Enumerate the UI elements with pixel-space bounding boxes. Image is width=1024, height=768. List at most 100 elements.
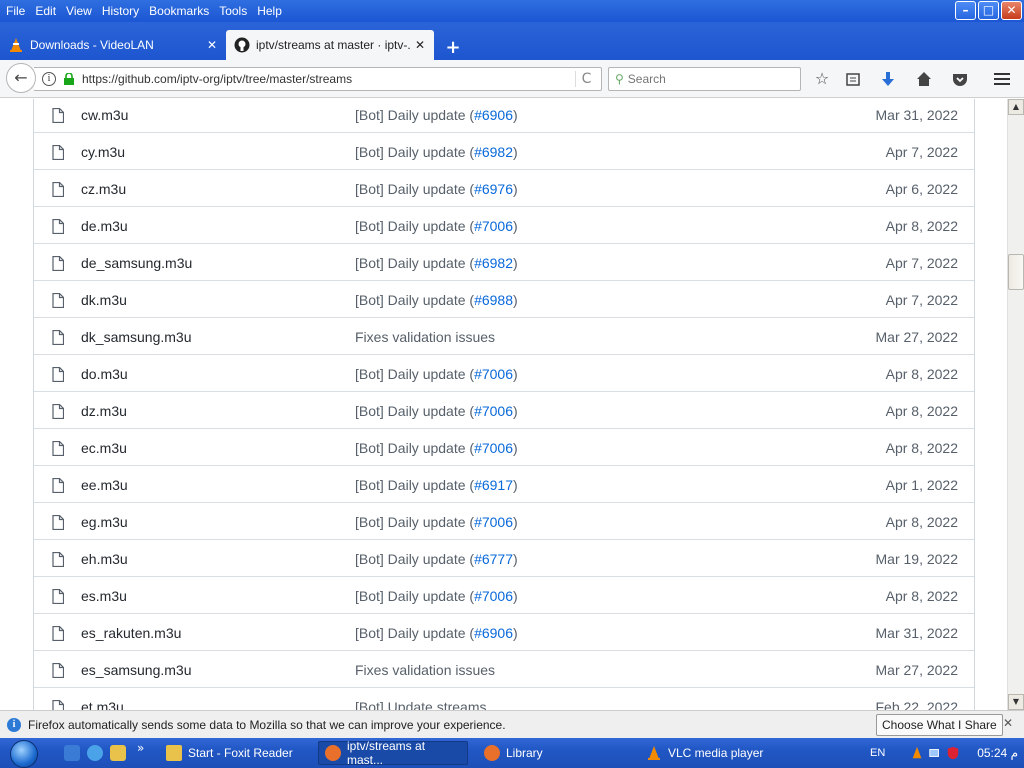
pull-request-link[interactable]: #6982 <box>474 255 513 271</box>
pull-request-link[interactable]: #6917 <box>474 477 513 493</box>
downloads-icon[interactable] <box>878 69 898 89</box>
table-row[interactable]: de.m3u [Bot] Daily update (#7006) Apr 8, 2… <box>34 206 974 243</box>
table-row[interactable]: do.m3u [Bot] Daily update (#7006) Apr 8, 2… <box>34 354 974 391</box>
table-row[interactable]: es_samsung.m3u Fixes validation issues Mar… <box>34 650 974 687</box>
pull-request-link[interactable]: #7006 <box>474 403 513 419</box>
reload-icon[interactable]: C <box>575 71 597 87</box>
commit-message-link[interactable]: [Bot] Daily update (#6777) <box>355 551 518 567</box>
commit-message-link[interactable]: [Bot] Daily update (#6906) <box>355 625 518 641</box>
commit-message-link[interactable]: [Bot] Daily update (#7006) <box>355 440 518 456</box>
file-name-link[interactable]: do.m3u <box>81 366 128 382</box>
security-shield-icon[interactable] <box>946 745 960 761</box>
file-name-link[interactable]: de_samsung.m3u <box>81 255 192 271</box>
pocket-icon[interactable] <box>950 69 970 89</box>
commit-message-link[interactable]: [Bot] Daily update (#6906) <box>355 107 518 123</box>
bookmark-star-icon[interactable]: ☆ <box>812 69 832 89</box>
table-row[interactable]: ec.m3u [Bot] Daily update (#7006) Apr 8, 2… <box>34 428 974 465</box>
choose-what-i-share-button[interactable]: Choose What I Share <box>876 714 1003 736</box>
file-name-link[interactable]: cw.m3u <box>81 107 128 123</box>
table-row[interactable]: ee.m3u [Bot] Daily update (#6917) Apr 1, 2… <box>34 465 974 502</box>
maximize-button[interactable]: □ <box>978 1 999 20</box>
commit-message-link[interactable]: [Bot] Daily update (#7006) <box>355 366 518 382</box>
menu-edit[interactable]: Edit <box>30 4 61 18</box>
minimize-button[interactable]: – <box>955 1 976 20</box>
commit-message-link[interactable]: [Bot] Daily update (#6982) <box>355 255 518 271</box>
menu-help[interactable]: Help <box>252 4 287 18</box>
file-name-link[interactable]: eg.m3u <box>81 514 128 530</box>
file-name-link[interactable]: ee.m3u <box>81 477 128 493</box>
pull-request-link[interactable]: #7006 <box>474 440 513 456</box>
search-box[interactable]: ⚲ <box>608 67 801 91</box>
language-indicator[interactable]: EN <box>870 747 885 759</box>
close-tab-icon[interactable]: ✕ <box>414 38 426 52</box>
quicklaunch-more-icon[interactable]: » <box>137 741 144 755</box>
vertical-scrollbar[interactable]: ▲ ▼ <box>1007 99 1024 710</box>
commit-message-link[interactable]: Fixes validation issues <box>355 329 495 345</box>
internet-explorer-icon[interactable] <box>87 745 103 761</box>
menu-history[interactable]: History <box>97 4 144 18</box>
pull-request-link[interactable]: #6906 <box>474 625 513 641</box>
taskbar-firefox-window[interactable]: iptv/streams at mast... <box>318 739 468 767</box>
file-name-link[interactable]: dz.m3u <box>81 403 127 419</box>
file-name-link[interactable]: eh.m3u <box>81 551 128 567</box>
pull-request-link[interactable]: #7006 <box>474 514 513 530</box>
show-desktop-icon[interactable] <box>64 745 80 761</box>
table-row[interactable]: cw.m3u [Bot] Daily update (#6906) Mar 31, … <box>34 99 974 132</box>
pull-request-link[interactable]: #6976 <box>474 181 513 197</box>
file-name-link[interactable]: cy.m3u <box>81 144 125 160</box>
commit-message-link[interactable]: [Bot] Daily update (#6976) <box>355 181 518 197</box>
file-name-link[interactable]: de.m3u <box>81 218 128 234</box>
tab-downloads-videolan[interactable]: Downloads - VideoLAN ✕ <box>0 30 226 60</box>
reading-list-icon[interactable] <box>843 69 863 89</box>
commit-message-link[interactable]: [Bot] Update streams <box>355 699 487 710</box>
hamburger-menu-icon[interactable] <box>992 69 1012 89</box>
table-row[interactable]: dk.m3u [Bot] Daily update (#6988) Apr 7, 2… <box>34 280 974 317</box>
file-name-link[interactable]: es.m3u <box>81 588 127 604</box>
pull-request-link[interactable]: #7006 <box>474 588 513 604</box>
menu-tools[interactable]: Tools <box>214 4 252 18</box>
home-icon[interactable] <box>914 69 934 89</box>
pull-request-link[interactable]: #7006 <box>474 218 513 234</box>
back-button[interactable]: ← <box>6 63 36 93</box>
new-tab-button[interactable]: + <box>444 37 462 58</box>
table-row[interactable]: dk_samsung.m3u Fixes validation issues Mar… <box>34 317 974 354</box>
commit-message-link[interactable]: [Bot] Daily update (#7006) <box>355 218 518 234</box>
network-icon[interactable] <box>928 745 942 761</box>
commit-message-link[interactable]: [Bot] Daily update (#7006) <box>355 403 518 419</box>
taskbar-foxit-reader[interactable]: Start - Foxit Reader <box>160 741 310 765</box>
url-text[interactable]: https://github.com/iptv-org/iptv/tree/ma… <box>82 72 575 86</box>
table-row[interactable]: dz.m3u [Bot] Daily update (#7006) Apr 8, 2… <box>34 391 974 428</box>
site-info-icon[interactable]: i <box>42 72 56 86</box>
table-row[interactable]: cy.m3u [Bot] Daily update (#6982) Apr 7, 2… <box>34 132 974 169</box>
commit-message-link[interactable]: [Bot] Daily update (#7006) <box>355 588 518 604</box>
file-name-link[interactable]: dk.m3u <box>81 292 127 308</box>
scroll-up-icon[interactable]: ▲ <box>1008 99 1024 115</box>
url-bar[interactable]: i https://github.com/iptv-org/iptv/tree/… <box>34 67 602 91</box>
menu-bookmarks[interactable]: Bookmarks <box>144 4 214 18</box>
search-input[interactable] <box>627 72 788 86</box>
pull-request-link[interactable]: #6906 <box>474 107 513 123</box>
taskbar-vlc[interactable]: VLC media player <box>640 741 790 765</box>
tab-iptv-streams[interactable]: iptv/streams at master · iptv-... ✕ <box>226 30 434 60</box>
scroll-thumb[interactable] <box>1008 254 1024 290</box>
file-name-link[interactable]: dk_samsung.m3u <box>81 329 192 345</box>
commit-message-link[interactable]: [Bot] Daily update (#7006) <box>355 514 518 530</box>
start-button[interactable] <box>10 740 38 768</box>
paint-icon[interactable] <box>110 745 126 761</box>
table-row[interactable]: et.m3u [Bot] Update streams Feb 22, 2022 <box>34 687 974 710</box>
pull-request-link[interactable]: #6777 <box>474 551 513 567</box>
close-window-button[interactable]: ✕ <box>1001 1 1022 20</box>
pull-request-link[interactable]: #6982 <box>474 144 513 160</box>
commit-message-link[interactable]: [Bot] Daily update (#6988) <box>355 292 518 308</box>
table-row[interactable]: es_rakuten.m3u [Bot] Daily update (#6906)… <box>34 613 974 650</box>
pull-request-link[interactable]: #6988 <box>474 292 513 308</box>
taskbar-library[interactable]: Library <box>478 741 628 765</box>
commit-message-link[interactable]: [Bot] Daily update (#6982) <box>355 144 518 160</box>
commit-message-link[interactable]: [Bot] Daily update (#6917) <box>355 477 518 493</box>
table-row[interactable]: de_samsung.m3u [Bot] Daily update (#6982)… <box>34 243 974 280</box>
table-row[interactable]: eh.m3u [Bot] Daily update (#6777) Mar 19, … <box>34 539 974 576</box>
table-row[interactable]: eg.m3u [Bot] Daily update (#7006) Apr 8, 2… <box>34 502 974 539</box>
vlc-tray-icon[interactable] <box>910 745 924 761</box>
table-row[interactable]: es.m3u [Bot] Daily update (#7006) Apr 8, 2… <box>34 576 974 613</box>
menu-view[interactable]: View <box>61 4 97 18</box>
